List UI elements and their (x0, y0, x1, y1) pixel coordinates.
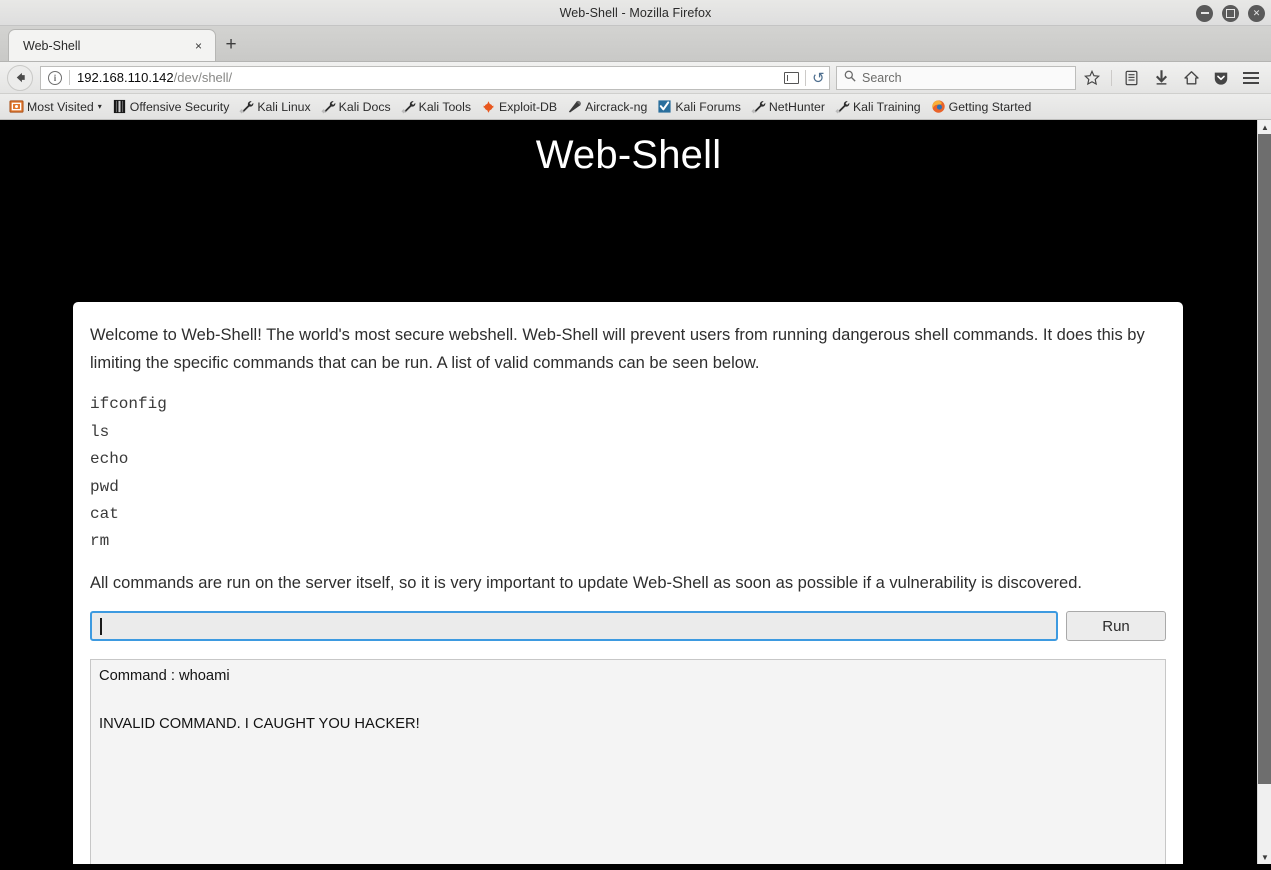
bookmark-label: Exploit-DB (499, 99, 558, 114)
window-titlebar: Web-Shell - Mozilla Firefox (0, 0, 1271, 26)
maximize-button[interactable] (1222, 4, 1239, 22)
wrench-icon (835, 99, 850, 114)
url-divider (69, 70, 70, 85)
web-page: Web-Shell Welcome to Web-Shell! The worl… (0, 120, 1257, 864)
site-identity-icon[interactable]: i (48, 70, 62, 85)
bookmark-label: Getting Started (948, 99, 1032, 114)
bookmark-label: Kali Docs (338, 99, 391, 114)
bookmark-label: Most Visited (27, 99, 94, 114)
bookmark-label: Offensive Security (129, 99, 230, 114)
page-viewport: Web-Shell Welcome to Web-Shell! The worl… (0, 120, 1271, 864)
command-output[interactable]: Command : whoami INVALID COMMAND. I CAUG… (90, 659, 1166, 864)
valid-commands-list: ifconfig ls echo pwd cat rm (90, 391, 1166, 555)
bookmark-item-exploit-db[interactable]: Exploit-DB (476, 96, 562, 118)
toolbar-icons (1078, 65, 1265, 91)
most-visited-icon (9, 99, 24, 114)
chevron-down-icon[interactable]: ▾ (98, 102, 102, 111)
close-button[interactable] (1248, 4, 1265, 22)
url-bar-actions: ↻ (784, 69, 825, 87)
bookmark-item-nethunter[interactable]: NetHunter (746, 96, 830, 118)
command-item: ls (90, 422, 110, 441)
library-icon[interactable] (1117, 65, 1145, 91)
reload-icon[interactable]: ↻ (812, 69, 825, 87)
wrench-icon (321, 99, 336, 114)
page-scrollbar[interactable]: ▲ ▼ (1257, 120, 1271, 864)
run-button[interactable]: Run (1066, 611, 1166, 642)
divider (805, 69, 807, 86)
bookmark-item-aircrack-ng[interactable]: Aircrack-ng (562, 96, 652, 118)
back-button[interactable] (6, 64, 34, 92)
bookmarks-toolbar: Most Visited ▾ Offensive Security Kali Linu… (0, 94, 1271, 120)
divider (1111, 69, 1112, 86)
navigation-toolbar: i 192.168.110.142/dev/shell/ ↻ Search (0, 62, 1271, 94)
page-title: Web-Shell (535, 133, 722, 177)
bookmark-item-most-visited[interactable]: Most Visited ▾ (4, 96, 107, 118)
scrollbar-thumb[interactable] (1258, 134, 1271, 784)
bookmark-item-kali-training[interactable]: Kali Training (830, 96, 926, 118)
url-path: /dev/shell/ (173, 70, 233, 85)
command-item: echo (90, 450, 129, 469)
hamburger-glyph (1243, 71, 1259, 84)
bookmark-item-offensive-security[interactable]: Offensive Security (107, 96, 235, 118)
bookmark-label: Kali Linux (257, 99, 311, 114)
scroll-up-icon[interactable]: ▲ (1258, 120, 1271, 134)
search-icon (844, 70, 856, 85)
kali-forums-icon (657, 99, 672, 114)
window-controls (1196, 0, 1265, 26)
command-item: pwd (90, 477, 119, 496)
window-title: Web-Shell - Mozilla Firefox (559, 5, 712, 20)
output-line-message: INVALID COMMAND. I CAUGHT YOU HACKER! (99, 716, 420, 733)
exploit-db-icon (481, 99, 496, 114)
bookmark-star-icon[interactable] (1078, 65, 1106, 91)
browser-tab[interactable]: Web-Shell × (8, 29, 216, 61)
url-host: 192.168.110.142 (77, 70, 174, 85)
search-input[interactable]: Search (862, 71, 902, 85)
output-line-command: Command : whoami (99, 668, 230, 685)
intro-paragraph: Welcome to Web-Shell! The world's most s… (90, 326, 1145, 372)
command-form: Run (90, 611, 1166, 642)
new-tab-button[interactable]: + (216, 29, 246, 61)
command-item: ifconfig (90, 395, 167, 414)
bookmark-item-kali-forums[interactable]: Kali Forums (652, 96, 746, 118)
command-input[interactable] (90, 611, 1058, 642)
aircrack-ng-icon (567, 99, 582, 114)
minimize-button[interactable] (1196, 4, 1213, 22)
url-text: 192.168.110.142/dev/shell/ (77, 70, 232, 85)
text-caret (100, 617, 102, 635)
menu-icon[interactable] (1237, 65, 1265, 91)
bookmark-label: NetHunter (768, 99, 825, 114)
command-item: cat (90, 504, 119, 523)
firefox-icon (931, 99, 946, 114)
bookmark-label: Aircrack-ng (585, 99, 648, 114)
bookmark-item-kali-docs[interactable]: Kali Docs (316, 96, 396, 118)
wrench-icon (751, 99, 766, 114)
search-bar[interactable]: Search (836, 65, 1076, 90)
tab-strip: Web-Shell × + (0, 26, 1271, 62)
tab-title: Web-Shell (23, 38, 81, 53)
tab-close-icon[interactable]: × (190, 40, 207, 52)
command-item: rm (90, 532, 110, 551)
output-spacer (93, 686, 1157, 716)
scroll-down-icon[interactable]: ▼ (1258, 850, 1271, 864)
bookmark-label: Kali Forums (675, 99, 741, 114)
back-arrow-icon (7, 64, 33, 91)
bookmark-label: Kali Tools (418, 99, 472, 114)
pocket-icon[interactable] (1207, 65, 1235, 91)
offensive-security-icon (112, 99, 127, 114)
reader-view-icon[interactable] (784, 71, 800, 84)
bookmark-item-kali-tools[interactable]: Kali Tools (396, 96, 476, 118)
wrench-icon (400, 99, 416, 114)
bookmark-item-kali-linux[interactable]: Kali Linux (234, 96, 315, 118)
bookmark-label: Kali Training (852, 99, 921, 114)
url-bar[interactable]: i 192.168.110.142/dev/shell/ ↻ (40, 65, 830, 90)
back-arrow-glyph (16, 72, 25, 83)
footer-note-paragraph: All commands are run on the server itsel… (90, 573, 1082, 592)
home-icon[interactable] (1177, 65, 1205, 91)
content-panel: Welcome to Web-Shell! The world's most s… (73, 302, 1183, 864)
bookmark-item-getting-started[interactable]: Getting Started (926, 96, 1037, 118)
wrench-icon (239, 99, 254, 114)
download-icon[interactable] (1147, 65, 1175, 91)
